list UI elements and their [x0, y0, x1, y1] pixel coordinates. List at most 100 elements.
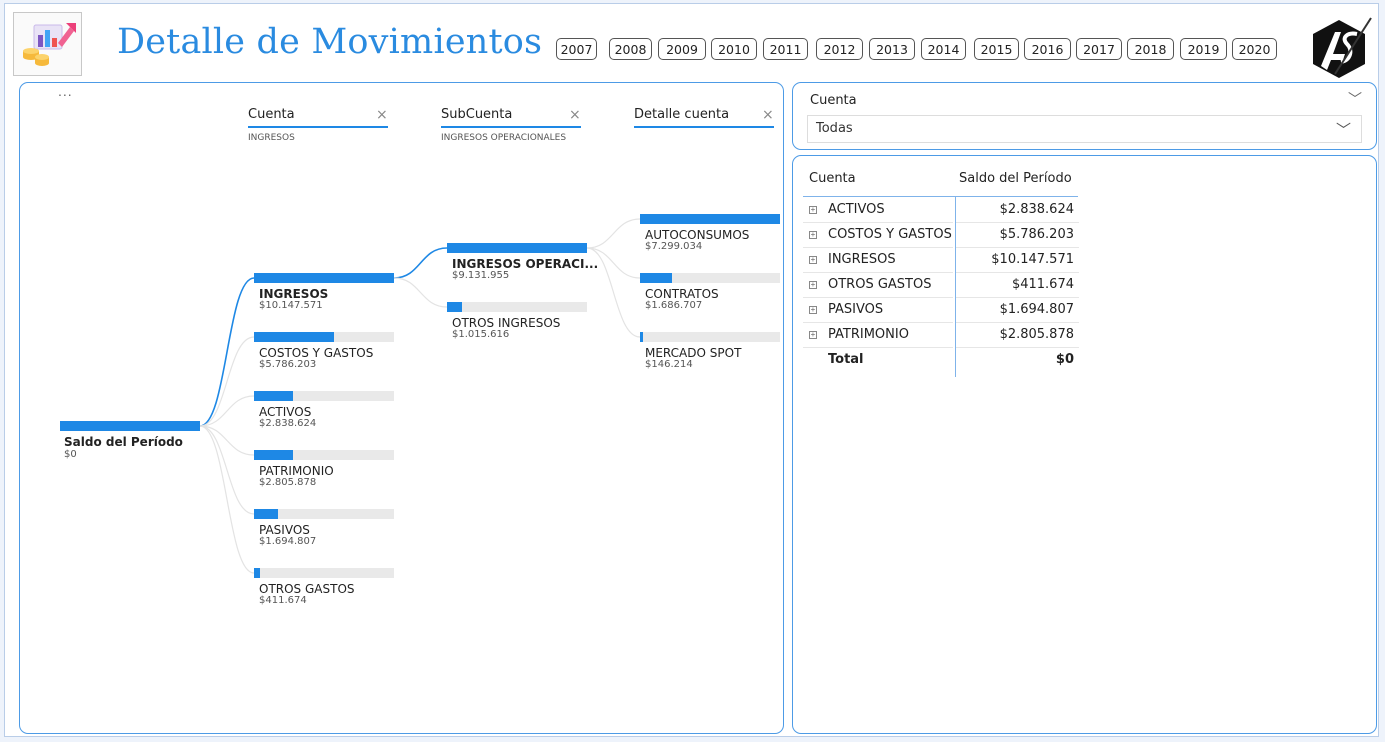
cuenta-node-label: ACTIVOS — [259, 405, 312, 419]
subcuenta-node-label: OTROS INGRESOS — [452, 316, 561, 330]
cuenta-node-label: INGRESOS — [259, 287, 329, 301]
expand-icon[interactable]: + — [809, 256, 817, 264]
expand-icon[interactable]: + — [809, 206, 817, 214]
decomposition-tree-panel: ... Cuenta × INGRESOS SubCuenta × INGRES… — [19, 82, 784, 734]
cuenta-node-value: $2.805.878 — [259, 477, 317, 488]
detalle-node-0-bar[interactable] — [640, 214, 780, 224]
detalle-node-0-bar-fill — [640, 214, 780, 224]
matrix-panel: Cuenta Saldo del Período + ACTIVOS $2.838.… — [792, 155, 1377, 734]
level-header-cuenta: Cuenta × INGRESOS — [248, 107, 388, 147]
report-icon — [13, 12, 82, 76]
table-row[interactable]: + COSTOS Y GASTOS $5.786.203 — [803, 223, 1079, 248]
cuenta-node-value: $2.838.624 — [259, 418, 317, 429]
subcuenta-node-0-bar[interactable] — [447, 243, 587, 253]
page-title: Detalle de Movimientos — [117, 22, 543, 62]
row-account-name: PASIVOS — [828, 302, 884, 317]
year-button-2019[interactable]: 2019 — [1180, 38, 1227, 60]
detalle-node-label: CONTRATOS — [645, 287, 719, 301]
tree-connector — [393, 247, 448, 279]
year-button-2014[interactable]: 2014 — [921, 38, 966, 60]
cuenta-node-0-bar[interactable] — [254, 273, 394, 283]
year-button-2008[interactable]: 2008 — [609, 38, 652, 60]
detalle-node-value: $1.686.707 — [645, 300, 703, 311]
level-header-subcuenta: SubCuenta × INGRESOS OPERACIONALES — [441, 107, 581, 147]
detalle-node-2-bar-fill — [640, 332, 643, 342]
report-canvas: Detalle de Movimientos 2007 2008 2009 20… — [4, 3, 1379, 737]
chevron-down-icon: ﹀ — [1335, 122, 1351, 139]
subcuenta-node-value: $1.015.616 — [452, 329, 510, 340]
cuenta-node-0-bar-fill — [254, 273, 394, 283]
expand-icon[interactable]: + — [809, 281, 817, 289]
level-underline — [634, 126, 774, 128]
total-row: Total $0 — [803, 348, 1079, 373]
year-button-2015[interactable]: 2015 — [974, 38, 1019, 60]
cuenta-node-value: $10.147.571 — [259, 300, 323, 311]
cuenta-node-1-bar[interactable] — [254, 332, 394, 342]
cuenta-node-label: OTROS GASTOS — [259, 582, 355, 596]
table-row[interactable]: + INGRESOS $10.147.571 — [803, 248, 1079, 273]
cuenta-node-3-bar[interactable] — [254, 450, 394, 460]
level-label-detalle: Detalle cuenta — [634, 107, 730, 122]
detalle-node-1-bar-fill — [640, 273, 673, 283]
tree-connector — [393, 277, 448, 308]
cuenta-node-5-bar[interactable] — [254, 568, 394, 578]
row-balance-value: $1.694.807 — [999, 302, 1074, 317]
detalle-node-1-bar[interactable] — [640, 273, 780, 283]
root-node-bar[interactable] — [60, 421, 200, 431]
root-node-label: Saldo del Período — [64, 435, 183, 449]
cuenta-node-value: $5.786.203 — [259, 359, 317, 370]
column-header-saldo[interactable]: Saldo del Período — [959, 171, 1072, 186]
cuenta-node-2-bar[interactable] — [254, 391, 394, 401]
column-header-cuenta[interactable]: Cuenta — [809, 171, 856, 186]
root-node-bar-fill — [60, 421, 200, 431]
tree-connector — [199, 425, 255, 574]
tree-connectors — [199, 218, 641, 574]
cuenta-node-label: PASIVOS — [259, 523, 310, 537]
table-row[interactable]: + PASIVOS $1.694.807 — [803, 298, 1079, 323]
cuenta-node-value: $411.674 — [259, 595, 307, 606]
remove-level-detalle-icon[interactable]: × — [762, 107, 774, 123]
cuenta-filter-panel: Cuenta ﹀ Todas ﹀ — [792, 82, 1377, 150]
year-button-2009[interactable]: 2009 — [658, 38, 706, 60]
subcuenta-node-1-bar[interactable] — [447, 302, 587, 312]
cuenta-node-4-bar[interactable] — [254, 509, 394, 519]
cuenta-node-5-bar-fill — [254, 568, 260, 578]
detalle-node-value: $146.214 — [645, 359, 693, 370]
cuenta-node-4-bar-fill — [254, 509, 278, 519]
tree-connector — [199, 277, 255, 427]
cuenta-node-3-bar-fill — [254, 450, 294, 460]
year-button-2018[interactable]: 2018 — [1127, 38, 1174, 60]
detalle-node-2-bar[interactable] — [640, 332, 780, 342]
row-account-name: INGRESOS — [828, 252, 896, 267]
subcuenta-node-label: INGRESOS OPERACI... — [452, 257, 599, 271]
year-button-2020[interactable]: 2020 — [1232, 38, 1277, 60]
header-divider — [803, 196, 1078, 197]
year-button-2012[interactable]: 2012 — [816, 38, 863, 60]
expand-icon[interactable]: + — [809, 231, 817, 239]
row-balance-value: $2.805.878 — [999, 327, 1074, 342]
collapse-chevron-icon[interactable]: ﹀ — [1348, 89, 1362, 109]
level-underline — [248, 126, 388, 128]
level-header-detalle: Detalle cuenta × — [634, 107, 774, 147]
table-row[interactable]: + OTROS GASTOS $411.674 — [803, 273, 1079, 298]
year-button-2007[interactable]: 2007 — [556, 38, 597, 60]
year-button-2013[interactable]: 2013 — [869, 38, 915, 60]
year-button-2011[interactable]: 2011 — [763, 38, 808, 60]
cuenta-node-value: $1.694.807 — [259, 536, 317, 547]
year-button-2010[interactable]: 2010 — [711, 38, 757, 60]
subcuenta-node-value: $9.131.955 — [452, 270, 510, 281]
root-node-value: $0 — [64, 449, 77, 460]
level-label-subcuenta: SubCuenta — [441, 107, 513, 122]
level-label-cuenta: Cuenta — [248, 107, 295, 122]
table-row[interactable]: + PATRIMONIO $2.805.878 — [803, 323, 1079, 348]
remove-level-subcuenta-icon[interactable]: × — [569, 107, 581, 123]
expand-icon[interactable]: + — [809, 306, 817, 314]
year-button-2017[interactable]: 2017 — [1076, 38, 1122, 60]
cuenta-dropdown[interactable]: Todas ﹀ — [807, 115, 1362, 143]
remove-level-cuenta-icon[interactable]: × — [376, 107, 388, 123]
cuenta-node-label: COSTOS Y GASTOS — [259, 346, 374, 360]
year-button-2016[interactable]: 2016 — [1024, 38, 1071, 60]
table-row[interactable]: + ACTIVOS $2.838.624 — [803, 198, 1079, 223]
filter-title: Cuenta — [810, 93, 857, 108]
expand-icon[interactable]: + — [809, 331, 817, 339]
